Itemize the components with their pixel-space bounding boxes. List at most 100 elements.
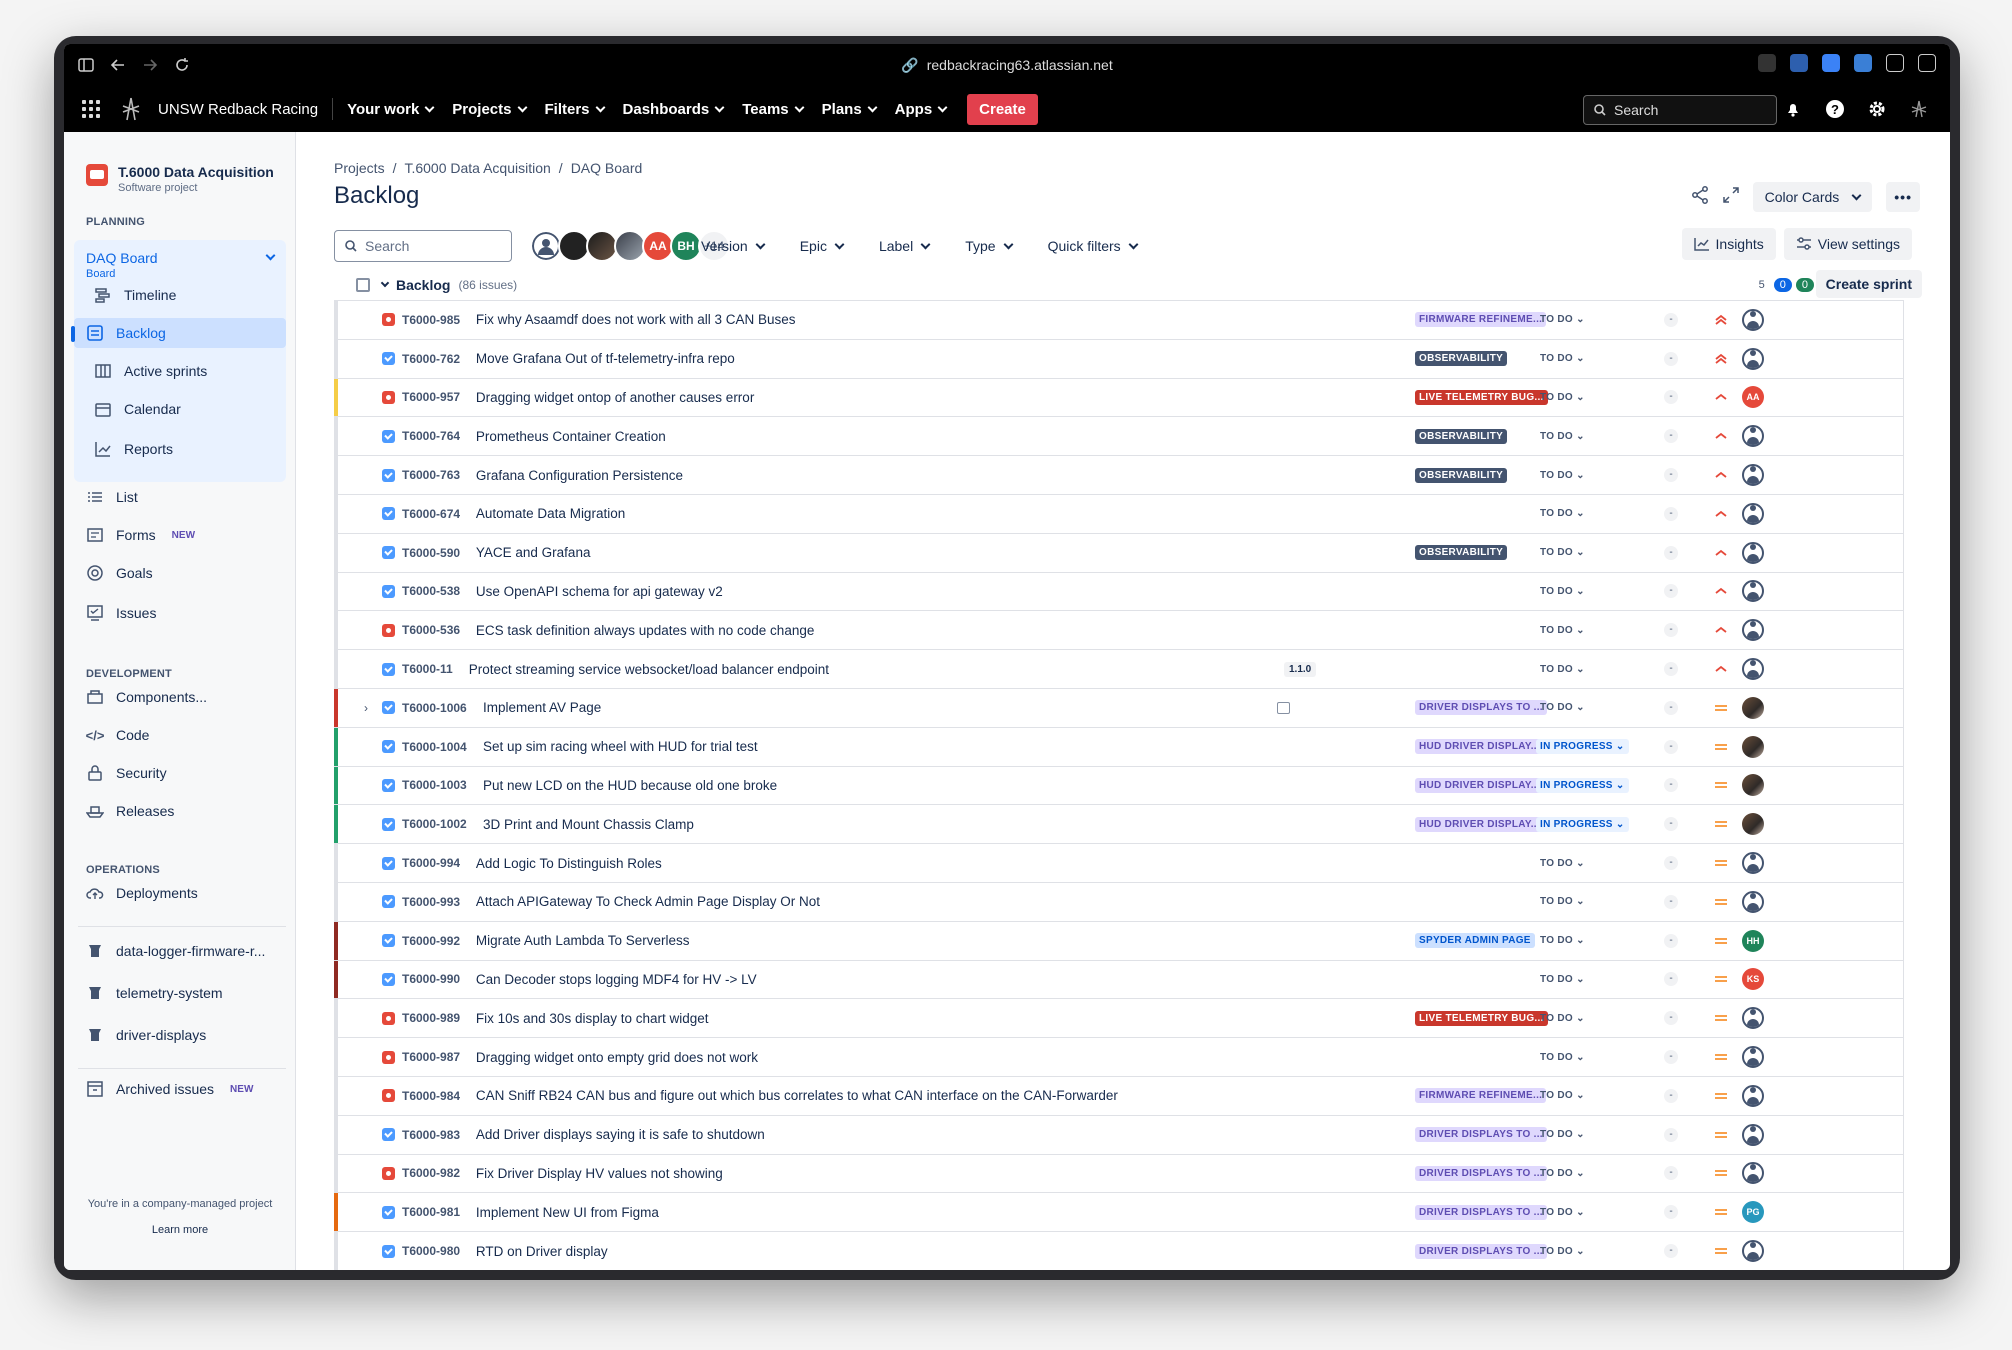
issue-summary[interactable]: ECS task definition always updates with … (476, 623, 814, 638)
issue-key[interactable]: T6000-981 (402, 1205, 460, 1219)
status-dropdown[interactable]: TO DO ⌄ (1536, 1244, 1589, 1259)
table-row[interactable]: T6000-1002 3D Print and Mount Chassis Cla… (334, 805, 1903, 845)
unassigned-avatar-icon[interactable] (1742, 890, 1764, 913)
story-points-estimate[interactable]: - (1664, 817, 1678, 832)
issue-key[interactable]: T6000-763 (402, 468, 460, 482)
unassigned-avatar-icon[interactable] (1742, 308, 1764, 331)
unassigned-avatar-icon[interactable] (1742, 425, 1764, 448)
table-row[interactable]: T6000-11 Protect streaming service websoc… (334, 650, 1903, 689)
insights-button[interactable]: Insights (1681, 228, 1776, 260)
issue-key[interactable]: T6000-11 (402, 662, 453, 676)
issue-summary[interactable]: Fix why Asaamdf does not work with all 3… (476, 312, 796, 327)
nav-plans[interactable]: Plans (822, 101, 878, 118)
forward-icon[interactable] (140, 55, 160, 75)
story-points-estimate[interactable]: - (1664, 623, 1678, 638)
issue-key[interactable]: T6000-1004 (402, 740, 467, 754)
table-row[interactable]: T6000-538 Use OpenAPI schema for api gate… (334, 572, 1903, 612)
assignee-avatar[interactable] (1742, 774, 1764, 797)
assignee-avatar[interactable]: KS (1742, 968, 1764, 991)
table-row[interactable]: T6000-990 Can Decoder stops logging MDF4 … (334, 960, 1903, 1000)
story-points-estimate[interactable]: - (1664, 1050, 1678, 1065)
share-icon[interactable] (1691, 185, 1709, 209)
sidebar-item-code[interactable]: </> Code (86, 720, 286, 750)
sidebar-item-list[interactable]: List (86, 482, 286, 512)
unassigned-avatar-icon[interactable] (1742, 1084, 1764, 1107)
sidebar-item-security[interactable]: Security (86, 758, 286, 788)
issue-key[interactable]: T6000-984 (402, 1089, 460, 1103)
breadcrumb-project[interactable]: T.6000 Data Acquisition (404, 160, 550, 176)
project-header[interactable]: T.6000 Data Acquisition Software project (86, 164, 274, 194)
color-cards-dropdown[interactable]: Color Cards (1752, 182, 1873, 212)
epic-filter[interactable]: Epic (800, 238, 845, 254)
sidebar-item-components[interactable]: Components... (86, 682, 286, 712)
issue-key[interactable]: T6000-590 (402, 546, 460, 560)
epic-badge[interactable]: OBSERVABILITY (1415, 467, 1508, 483)
issue-key[interactable]: T6000-989 (402, 1011, 460, 1025)
issue-key[interactable]: T6000-990 (402, 972, 460, 986)
unassigned-avatar-icon[interactable] (1742, 658, 1764, 681)
sidebar-item-deployments[interactable]: Deployments (86, 878, 286, 908)
epic-badge[interactable]: DRIVER DISPLAYS TO ... (1415, 1127, 1547, 1143)
issue-summary[interactable]: Fix Driver Display HV values not showing (476, 1166, 723, 1181)
issue-key[interactable]: T6000-993 (402, 895, 460, 909)
assignee-avatar[interactable]: HH (1742, 929, 1764, 952)
unassigned-avatar-icon[interactable] (1742, 464, 1764, 487)
extension-icon[interactable] (1758, 54, 1776, 72)
redback-logo-icon[interactable] (118, 96, 144, 122)
issue-summary[interactable]: Prometheus Container Creation (476, 429, 666, 444)
story-points-estimate[interactable]: - (1664, 506, 1678, 521)
table-row[interactable]: T6000-764 Prometheus Container Creation OB… (334, 417, 1903, 457)
status-dropdown[interactable]: TO DO ⌄ (1536, 429, 1589, 444)
status-dropdown[interactable]: TO DO ⌄ (1536, 506, 1589, 521)
sidebar-item-repo-driver-displays[interactable]: driver-displays (86, 1020, 286, 1050)
status-dropdown[interactable]: TO DO ⌄ (1536, 1088, 1589, 1103)
table-row[interactable]: T6000-1003 Put new LCD on the HUD because… (334, 766, 1903, 806)
issue-summary[interactable]: Attach APIGateway To Check Admin Page Di… (476, 894, 820, 909)
sidebar-item-repo-firmware[interactable]: data-logger-firmware-r... (86, 936, 286, 966)
unassigned-avatar-icon[interactable] (1742, 1007, 1764, 1030)
status-dropdown[interactable]: TO DO ⌄ (1536, 662, 1589, 677)
board-selector[interactable]: DAQ Board Board (86, 250, 158, 280)
reload-icon[interactable] (172, 55, 192, 75)
story-points-estimate[interactable]: - (1664, 894, 1678, 909)
issue-summary[interactable]: Move Grafana Out of tf-telemetry-infra r… (476, 351, 735, 366)
status-dropdown[interactable]: TO DO ⌄ (1536, 700, 1589, 715)
sidebar-item-forms[interactable]: Forms NEW (86, 520, 286, 550)
sidebar-item-calendar[interactable]: Calendar (94, 394, 274, 424)
issue-key[interactable]: T6000-992 (402, 934, 460, 948)
nav-dashboards[interactable]: Dashboards (623, 101, 725, 118)
epic-badge[interactable]: FIRMWARE REFINEME... (1415, 1088, 1547, 1104)
table-row[interactable]: T6000-981 Implement New UI from Figma DRIV… (334, 1193, 1903, 1233)
status-dropdown[interactable]: TO DO ⌄ (1536, 1011, 1589, 1026)
sidebar-icon[interactable] (1918, 54, 1936, 72)
epic-badge[interactable]: OBSERVABILITY (1415, 428, 1508, 444)
issue-key[interactable]: T6000-957 (402, 390, 460, 404)
table-row[interactable]: T6000-994 Add Logic To Distinguish Roles T… (334, 844, 1903, 883)
issue-summary[interactable]: YACE and Grafana (476, 545, 591, 560)
issue-summary[interactable]: Put new LCD on the HUD because old one b… (483, 778, 777, 793)
label-filter[interactable]: Label (879, 238, 931, 254)
issue-summary[interactable]: Add Driver displays saying it is safe to… (476, 1127, 765, 1142)
story-points-estimate[interactable]: - (1664, 933, 1678, 948)
table-row[interactable]: T6000-590 YACE and Grafana OBSERVABILITY TO… (334, 533, 1903, 573)
issue-key[interactable]: T6000-1002 (402, 817, 467, 831)
issue-summary[interactable]: Implement AV Page (483, 700, 601, 715)
app-switcher-icon[interactable] (82, 100, 100, 118)
story-points-estimate[interactable]: - (1664, 856, 1678, 871)
story-points-estimate[interactable]: - (1664, 1244, 1678, 1259)
status-dropdown[interactable]: IN PROGRESS ⌄ (1536, 816, 1629, 832)
epic-badge[interactable]: DRIVER DISPLAYS TO ... (1415, 1165, 1547, 1181)
notifications-icon[interactable] (1782, 98, 1804, 120)
epic-badge[interactable]: DRIVER DISPLAYS TO ... (1415, 1243, 1547, 1259)
table-row[interactable]: T6000-992 Migrate Auth Lambda To Serverle… (334, 921, 1903, 961)
story-points-estimate[interactable]: - (1664, 1011, 1678, 1026)
issue-summary[interactable]: Implement New UI from Figma (476, 1205, 659, 1220)
issue-key[interactable]: T6000-1003 (402, 778, 467, 792)
story-points-estimate[interactable]: - (1664, 545, 1678, 560)
unassigned-avatar-icon[interactable] (1742, 1240, 1764, 1263)
status-dropdown[interactable]: TO DO ⌄ (1536, 545, 1589, 560)
story-points-estimate[interactable]: - (1664, 1127, 1678, 1142)
story-points-estimate[interactable]: - (1664, 1166, 1678, 1181)
table-row[interactable]: T6000-980 RTD on Driver display DRIVER DIS… (334, 1232, 1903, 1270)
issue-summary[interactable]: Use OpenAPI schema for api gateway v2 (476, 584, 723, 599)
